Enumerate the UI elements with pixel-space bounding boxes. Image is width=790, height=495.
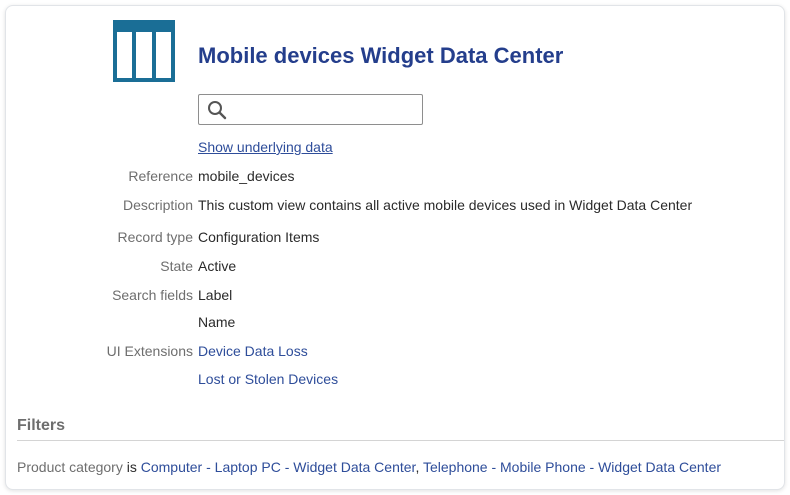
search-input[interactable] — [231, 98, 420, 123]
description-value: This custom view contains all active mob… — [198, 197, 693, 213]
state-label: State — [160, 258, 193, 274]
filters-divider — [17, 440, 784, 441]
search-icon — [207, 100, 227, 120]
search-fields-label: Search fields — [112, 287, 193, 303]
filter-separator: , — [415, 459, 420, 475]
filters-heading: Filters — [17, 417, 66, 434]
description-label: Description — [122, 197, 193, 213]
table-icon — [113, 20, 175, 82]
record-type-value: Configuration Items — [198, 229, 320, 245]
reference-value: mobile_devices — [198, 168, 295, 184]
show-underlying-data-link[interactable]: Show underlying data — [198, 139, 333, 155]
state-value: Active — [198, 258, 237, 274]
page-title: Mobile devices Widget Data Center — [198, 43, 564, 68]
record-type-label: Record type — [117, 229, 193, 245]
ui-extension-link[interactable]: Lost or Stolen Devices — [198, 371, 338, 387]
reference-label: Reference — [128, 168, 193, 184]
ui-extensions-label: UI Extensions — [106, 343, 193, 359]
search-field-item: Name — [198, 314, 236, 330]
search-field-item: Label — [198, 287, 233, 303]
filter-value-link[interactable]: Computer - Laptop PC - Widget Data Cente… — [141, 459, 416, 475]
ui-extension-link[interactable]: Device Data Loss — [198, 343, 308, 359]
search-field[interactable] — [198, 94, 423, 125]
filter-row: Product category is Computer - Laptop PC… — [17, 459, 721, 475]
filter-operator: is — [126, 459, 137, 475]
filter-value-link[interactable]: Telephone - Mobile Phone - Widget Data C… — [423, 459, 721, 475]
filter-field: Product category — [17, 459, 123, 475]
